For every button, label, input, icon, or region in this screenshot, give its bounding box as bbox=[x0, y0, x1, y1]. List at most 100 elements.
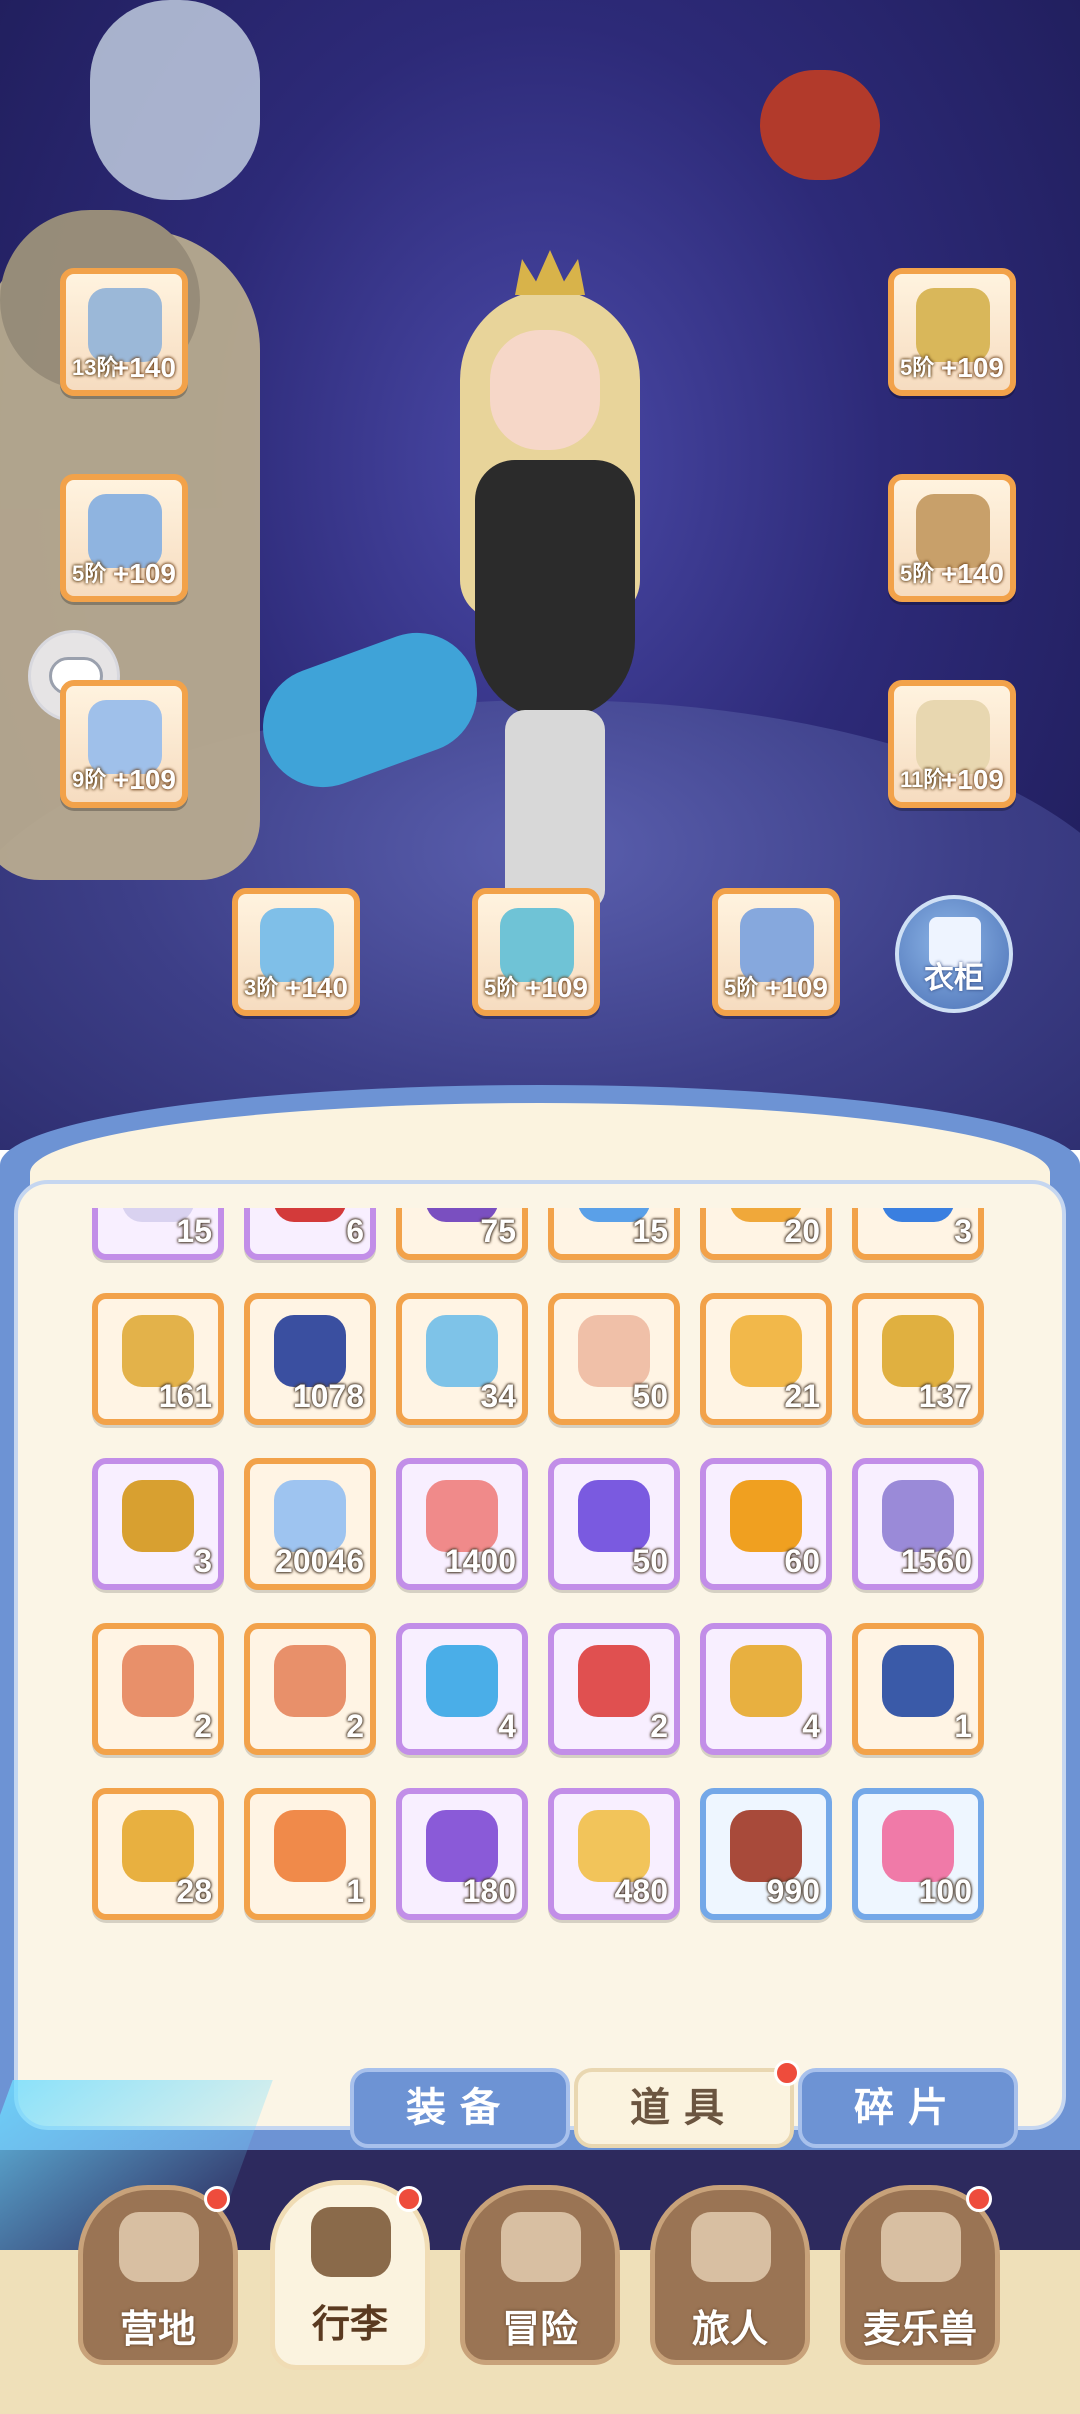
blue-gem-icon bbox=[882, 1208, 954, 1222]
inventory-item[interactable]: 4 bbox=[700, 1623, 832, 1755]
inventory-item[interactable]: 2 bbox=[92, 1623, 224, 1755]
nav-pet[interactable]: 麦乐兽 bbox=[840, 2185, 1000, 2365]
cat-mirror-icon bbox=[426, 1810, 498, 1882]
inventory-item[interactable]: 20046 bbox=[244, 1458, 376, 1590]
lollipop-icon bbox=[882, 1810, 954, 1882]
inventory-item[interactable]: 34 bbox=[396, 1293, 528, 1425]
paint-tube-icon bbox=[578, 1315, 650, 1387]
nav-crossed-swords[interactable]: 冒险 bbox=[460, 2185, 620, 2365]
nav-label: 营地 bbox=[119, 2309, 196, 2351]
item-quantity: 180 bbox=[462, 1873, 516, 1909]
inventory-item[interactable]: 480 bbox=[548, 1788, 680, 1920]
nav-character[interactable]: 旅人 bbox=[650, 2185, 810, 2365]
inventory-item[interactable]: 2 bbox=[244, 1623, 376, 1755]
inventory-item[interactable]: 60 bbox=[700, 1458, 832, 1590]
equip-tier: 3阶 bbox=[244, 975, 279, 1000]
equip-bonus: +109 bbox=[524, 972, 588, 1003]
inventory-item[interactable]: 75 bbox=[396, 1208, 528, 1260]
equip-bonus: +140 bbox=[940, 558, 1004, 589]
nav-label: 旅人 bbox=[691, 2309, 768, 2351]
inventory-item[interactable]: 1400 bbox=[396, 1458, 528, 1590]
item-quantity: 6 bbox=[346, 1213, 364, 1249]
cheese-icon bbox=[578, 1810, 650, 1882]
character-dress bbox=[475, 460, 635, 720]
red-pet-figure bbox=[760, 70, 880, 180]
equip-tier: 9阶 bbox=[72, 767, 107, 792]
equip-slot-weapon[interactable]: 13阶 +140 bbox=[60, 268, 188, 396]
inventory-item[interactable]: 1560 bbox=[852, 1458, 984, 1590]
equip-slot-helmet[interactable]: 5阶 +109 bbox=[888, 268, 1016, 396]
character-face bbox=[490, 330, 600, 450]
equip-bonus: +109 bbox=[940, 764, 1004, 795]
nav-label: 冒险 bbox=[501, 2309, 578, 2351]
item-quantity: 2 bbox=[194, 1708, 212, 1744]
inventory-item[interactable]: 3 bbox=[852, 1208, 984, 1260]
tab-equipment[interactable]: 装备 bbox=[350, 2068, 570, 2148]
inventory-item[interactable]: 137 bbox=[852, 1293, 984, 1425]
inventory-item[interactable]: 990 bbox=[700, 1788, 832, 1920]
nav-castle[interactable]: 营地 bbox=[78, 2185, 238, 2365]
blue-potion-icon bbox=[426, 1645, 498, 1717]
crossed-swords-icon bbox=[501, 2212, 581, 2282]
equip-tier: 5阶 bbox=[724, 975, 759, 1000]
character-icon bbox=[691, 2212, 771, 2282]
item-quantity: 50 bbox=[632, 1378, 668, 1414]
equip-tier: 5阶 bbox=[900, 355, 935, 380]
inventory-item[interactable]: 6 bbox=[244, 1208, 376, 1260]
item-quantity: 15 bbox=[176, 1213, 212, 1249]
inventory-item[interactable]: 21 bbox=[700, 1293, 832, 1425]
equip-tier: 13阶 bbox=[72, 355, 119, 380]
wardrobe-label: 衣柜 bbox=[924, 962, 984, 995]
equip-tier: 11阶 bbox=[900, 767, 946, 792]
inventory-item[interactable]: 1078 bbox=[244, 1293, 376, 1425]
notification-dot bbox=[396, 2186, 422, 2212]
equip-slot-gloves[interactable]: 5阶 +140 bbox=[888, 474, 1016, 602]
inventory-item[interactable]: 20 bbox=[700, 1208, 832, 1260]
inventory-item[interactable]: 161 bbox=[92, 1293, 224, 1425]
pet-icon bbox=[881, 2212, 961, 2282]
equip-slot-boots[interactable]: 11阶 +109 bbox=[888, 680, 1016, 808]
equip-slot-armor[interactable]: 5阶 +109 bbox=[60, 474, 188, 602]
inventory-item[interactable]: 1 bbox=[244, 1788, 376, 1920]
inventory-item[interactable]: 28 bbox=[92, 1788, 224, 1920]
character-legs bbox=[505, 710, 605, 910]
item-quantity: 4 bbox=[802, 1708, 820, 1744]
item-quantity: 2 bbox=[650, 1708, 668, 1744]
inventory-item[interactable]: 1 bbox=[852, 1623, 984, 1755]
tab-fragments[interactable]: 碎片 bbox=[798, 2068, 1018, 2148]
inventory-tabs: 装备 道具 碎片 bbox=[350, 2060, 1020, 2153]
meat-icon bbox=[730, 1810, 802, 1882]
wardrobe-button[interactable]: 衣柜 bbox=[895, 895, 1013, 1013]
inventory-item[interactable]: 50 bbox=[548, 1293, 680, 1425]
inventory-item[interactable]: 180 bbox=[396, 1788, 528, 1920]
inventory-item[interactable]: 15 bbox=[548, 1208, 680, 1260]
equip-bonus: +140 bbox=[112, 352, 176, 383]
equip-slot-necklace[interactable]: 5阶 +109 bbox=[472, 888, 600, 1016]
item-quantity: 15 bbox=[632, 1213, 668, 1249]
equip-tier: 5阶 bbox=[484, 975, 519, 1000]
gold-eye-card-icon bbox=[122, 1810, 194, 1882]
item-quantity: 3 bbox=[194, 1543, 212, 1579]
heart-icon bbox=[426, 1480, 498, 1552]
inventory-item[interactable]: 100 bbox=[852, 1788, 984, 1920]
lyre-icon bbox=[122, 1315, 194, 1387]
ghost-pet-figure bbox=[90, 0, 260, 200]
purple-crystal-icon bbox=[578, 1480, 650, 1552]
item-grid[interactable]: 15 6 75 15 20 3 161 1078 34 50 21 137 3 20046 1400 50 60… bbox=[86, 1208, 996, 1928]
equip-slot-charm[interactable]: 5阶 +109 bbox=[712, 888, 840, 1016]
inventory-item[interactable]: 50 bbox=[548, 1458, 680, 1590]
item-quantity: 1 bbox=[346, 1873, 364, 1909]
inventory-item[interactable]: 2 bbox=[548, 1623, 680, 1755]
star-crystal-icon bbox=[274, 1480, 346, 1552]
equip-slot-ring[interactable]: 3阶 +140 bbox=[232, 888, 360, 1016]
tab-items[interactable]: 道具 bbox=[574, 2068, 794, 2148]
gold-key-icon bbox=[730, 1645, 802, 1717]
inventory-item[interactable]: 15 bbox=[92, 1208, 224, 1260]
notification-dot bbox=[966, 2186, 992, 2212]
inventory-item[interactable]: 4 bbox=[396, 1623, 528, 1755]
amber-gem-icon bbox=[730, 1480, 802, 1552]
inventory-item[interactable]: 3 bbox=[92, 1458, 224, 1590]
player-character[interactable] bbox=[420, 250, 680, 950]
equip-slot-bracer[interactable]: 9阶 +109 bbox=[60, 680, 188, 808]
equip-bonus: +109 bbox=[940, 352, 1004, 383]
